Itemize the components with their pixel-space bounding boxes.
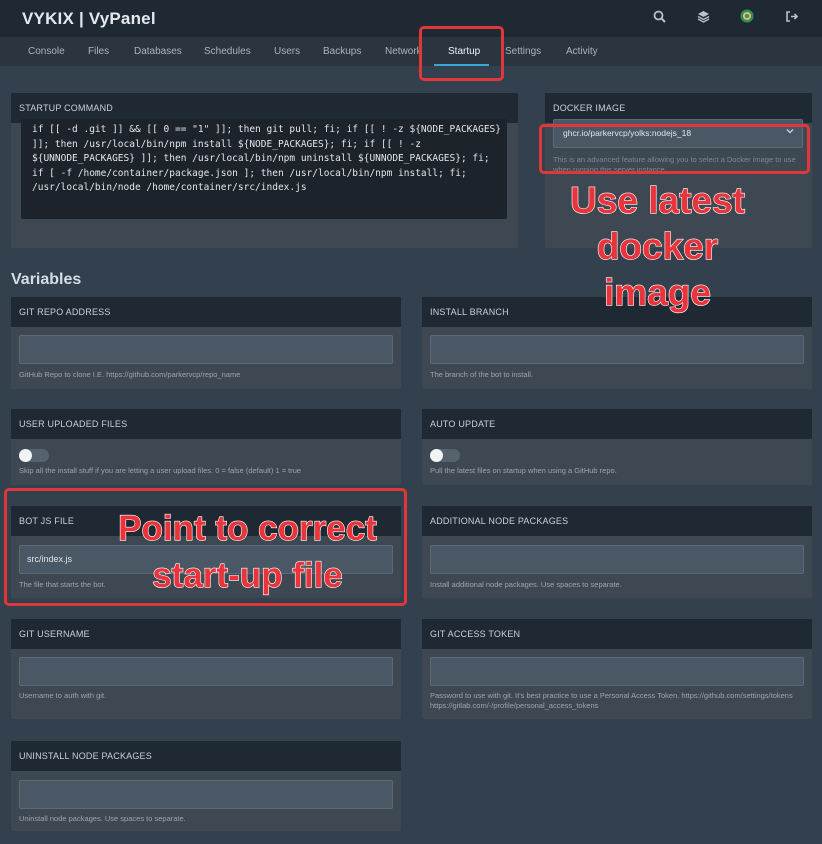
git-repo-help: GitHub Repo to clone I.E. https://github… bbox=[19, 370, 241, 379]
git-token-help: Password to use with git. It's best prac… bbox=[430, 691, 793, 710]
tab-console[interactable]: Console bbox=[28, 37, 65, 66]
annotation-box-docker-image bbox=[539, 124, 810, 174]
panel-title: GIT REPO ADDRESS bbox=[19, 307, 111, 317]
panel-header: USER UPLOADED FILES bbox=[11, 409, 401, 439]
panel-header: GIT REPO ADDRESS bbox=[11, 297, 401, 327]
node-packages-help: Install additional node packages. Use sp… bbox=[430, 580, 622, 589]
panel-title: INSTALL BRANCH bbox=[430, 307, 509, 317]
server-nav: Console Files Databases Schedules Users … bbox=[0, 37, 822, 66]
annotation-text-botfile: Point to correct start-up file bbox=[118, 508, 378, 595]
uninstall-packages-panel: UNINSTALL NODE PACKAGES Uninstall node p… bbox=[11, 741, 401, 831]
brand-title[interactable]: VYKIX | VyPanel bbox=[22, 9, 156, 29]
git-username-panel: GIT USERNAME Username to auth with git. bbox=[11, 619, 401, 719]
panel-title: AUTO UPDATE bbox=[430, 419, 496, 429]
panel-title: DOCKER IMAGE bbox=[553, 103, 626, 113]
uninstall-packages-input[interactable] bbox=[19, 780, 393, 809]
panel-header: GIT ACCESS TOKEN bbox=[422, 619, 812, 649]
auto-update-toggle[interactable] bbox=[430, 449, 460, 462]
node-packages-input[interactable] bbox=[430, 545, 804, 574]
install-branch-input[interactable] bbox=[430, 335, 804, 364]
git-token-input[interactable] bbox=[430, 657, 804, 686]
tab-activity[interactable]: Activity bbox=[566, 37, 598, 66]
panel-header: ADDITIONAL NODE PACKAGES bbox=[422, 506, 812, 536]
tab-settings[interactable]: Settings bbox=[505, 37, 541, 66]
top-bar: VYKIX | VyPanel bbox=[0, 0, 822, 37]
node-packages-panel: ADDITIONAL NODE PACKAGES Install additio… bbox=[422, 506, 812, 598]
variables-title: Variables bbox=[11, 271, 82, 288]
panel-header: GIT USERNAME bbox=[11, 619, 401, 649]
annotation-box-startup-tab bbox=[419, 26, 504, 81]
user-uploaded-help: Skip all the install stuff if you are le… bbox=[19, 466, 302, 475]
panel-title: STARTUP COMMAND bbox=[19, 103, 114, 113]
tab-databases[interactable]: Databases bbox=[134, 37, 182, 66]
tab-schedules[interactable]: Schedules bbox=[204, 37, 251, 66]
git-repo-panel: GIT REPO ADDRESS GitHub Repo to clone I.… bbox=[11, 297, 401, 389]
tab-users[interactable]: Users bbox=[274, 37, 300, 66]
toggle-knob bbox=[430, 449, 443, 462]
user-uploaded-toggle[interactable] bbox=[19, 449, 49, 462]
panel-title: GIT USERNAME bbox=[19, 629, 90, 639]
logout-icon[interactable] bbox=[782, 9, 800, 27]
panel-header: AUTO UPDATE bbox=[422, 409, 812, 439]
panel-header: UNINSTALL NODE PACKAGES bbox=[11, 741, 401, 771]
git-repo-input[interactable] bbox=[19, 335, 393, 364]
annotation-text-docker: Use latest docker image bbox=[569, 179, 745, 313]
panel-title: USER UPLOADED FILES bbox=[19, 419, 128, 429]
panel-title: UNINSTALL NODE PACKAGES bbox=[19, 751, 152, 761]
user-avatar-icon[interactable] bbox=[738, 9, 756, 27]
tab-backups[interactable]: Backups bbox=[323, 37, 361, 66]
startup-command-panel: STARTUP COMMAND if [[ -d .git ]] && [[ 0… bbox=[11, 93, 518, 248]
toggle-knob bbox=[19, 449, 32, 462]
startup-command-text: if [[ -d .git ]] && [[ 0 == "1" ]]; then… bbox=[32, 124, 507, 193]
auto-update-panel: AUTO UPDATE Pull the latest files on sta… bbox=[422, 409, 812, 485]
user-uploaded-panel: USER UPLOADED FILES Skip all the install… bbox=[11, 409, 401, 485]
git-token-panel: GIT ACCESS TOKEN Password to use with gi… bbox=[422, 619, 812, 719]
startup-command-box: if [[ -d .git ]] && [[ 0 == "1" ]]; then… bbox=[21, 119, 507, 219]
uninstall-packages-help: Uninstall node packages. Use spaces to s… bbox=[19, 814, 186, 823]
git-username-help: Username to auth with git. bbox=[19, 691, 107, 700]
panel-title: GIT ACCESS TOKEN bbox=[430, 629, 521, 639]
install-branch-help: The branch of the bot to install. bbox=[430, 370, 533, 379]
search-icon[interactable] bbox=[650, 9, 668, 27]
panel-title: ADDITIONAL NODE PACKAGES bbox=[430, 516, 569, 526]
tab-files[interactable]: Files bbox=[88, 37, 109, 66]
auto-update-help: Pull the latest files on startup when us… bbox=[430, 466, 617, 475]
tab-network[interactable]: Network bbox=[385, 37, 422, 66]
git-username-input[interactable] bbox=[19, 657, 393, 686]
layers-icon[interactable] bbox=[694, 9, 712, 27]
